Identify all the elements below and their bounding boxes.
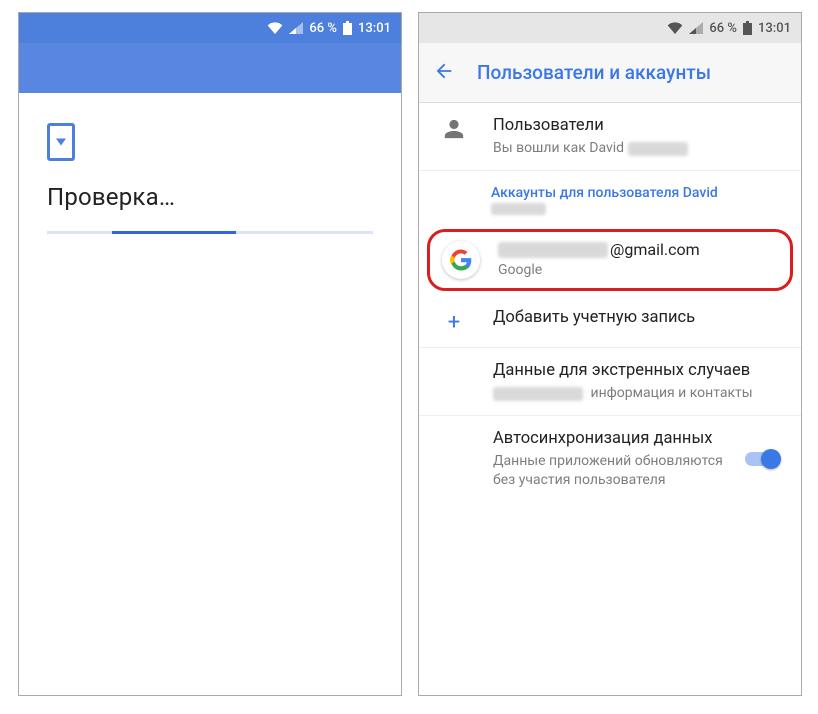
users-title: Пользователи — [493, 115, 785, 137]
battery-pct: 66 % — [709, 21, 737, 36]
autosync-title: Автосинхронизация данных — [493, 428, 723, 450]
checking-body: Проверка… — [19, 93, 401, 264]
emergency-subtitle: информация и контакты — [493, 384, 785, 403]
app-bar: Пользователи и аккаунты — [419, 43, 801, 103]
redacted-surname — [628, 142, 688, 156]
redacted-email-local — [498, 242, 608, 258]
battery-icon — [343, 21, 352, 35]
signal-icon — [689, 22, 703, 34]
add-account-row[interactable]: + Добавить учетную запись — [419, 295, 801, 348]
signal-icon — [289, 22, 303, 34]
clock: 13:01 — [358, 21, 391, 36]
status-bar: 66 % 13:01 — [19, 13, 401, 43]
clock: 13:01 — [758, 21, 791, 36]
battery-pct: 66 % — [309, 21, 337, 36]
account-provider: Google — [498, 261, 778, 280]
account-email: @gmail.com — [498, 240, 778, 259]
redacted-surname — [491, 203, 546, 215]
users-subtitle: Вы вошли как David — [493, 139, 785, 158]
autosync-subtitle: Данные приложений обновляются без участи… — [493, 452, 723, 490]
plus-icon: + — [437, 307, 471, 335]
users-row[interactable]: Пользователи Вы вошли как David — [419, 103, 801, 171]
page-title: Пользователи и аккаунты — [477, 61, 711, 84]
checking-title: Проверка… — [47, 183, 373, 211]
download-device-icon — [47, 123, 75, 161]
back-button[interactable] — [433, 60, 455, 86]
google-account-row[interactable]: @gmail.com Google — [427, 229, 793, 291]
add-account-label: Добавить учетную запись — [493, 307, 785, 329]
battery-icon — [743, 21, 752, 35]
google-icon — [442, 241, 480, 279]
wifi-icon — [267, 22, 283, 34]
accounts-section-header: Аккаунты для пользователя David — [419, 171, 801, 227]
wifi-icon — [667, 22, 683, 34]
autosync-row[interactable]: Автосинхронизация данных Данные приложен… — [419, 416, 801, 502]
redacted-text — [493, 387, 583, 401]
emergency-info-row[interactable]: Данные для экстренных случаев информация… — [419, 348, 801, 416]
user-icon — [437, 115, 471, 140]
emergency-title: Данные для экстренных случаев — [493, 360, 785, 382]
phone-screen-checking: 66 % 13:01 Проверка… — [18, 12, 402, 696]
app-bar — [19, 43, 401, 93]
phone-screen-accounts: 66 % 13:01 Пользователи и аккаунты Польз… — [418, 12, 802, 696]
progress-indeterminate — [47, 231, 373, 234]
autosync-toggle[interactable] — [745, 452, 779, 466]
status-bar: 66 % 13:01 — [419, 13, 801, 43]
